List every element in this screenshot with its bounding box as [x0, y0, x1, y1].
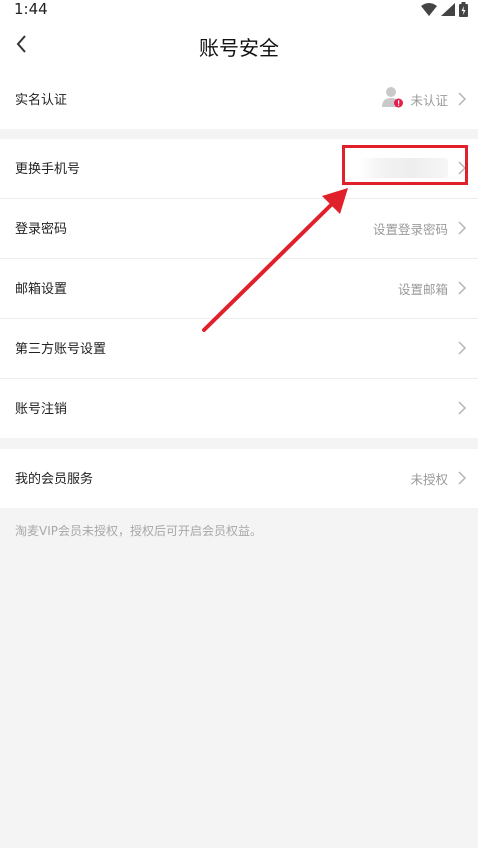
chevron-right-icon: [458, 221, 467, 235]
signal-icon: [441, 3, 455, 16]
navigation-bar: 账号安全: [0, 20, 478, 70]
membership-note: 淘麦VIP会员未授权，授权后可开启会员权益。: [15, 524, 262, 538]
email-label: 邮箱设置: [15, 282, 68, 297]
email-value: 设置邮箱: [397, 282, 448, 297]
page-title: 账号安全: [199, 36, 279, 60]
chevron-right-icon: [458, 401, 467, 415]
membership-label: 我的会员服务: [15, 472, 94, 487]
annotation-highlight-box: [342, 145, 468, 185]
group-membership: 我的会员服务 未授权: [0, 449, 478, 508]
change-phone-label: 更换手机号: [15, 162, 81, 177]
login-password-label: 登录密码: [15, 222, 68, 237]
chevron-right-icon: [458, 92, 467, 106]
login-password-value: 设置登录密码: [372, 222, 448, 237]
chevron-right-icon: [458, 281, 467, 295]
status-time: 1:44: [14, 0, 48, 18]
battery-icon: [459, 2, 468, 17]
chevron-right-icon: [458, 341, 467, 355]
account-cancel-label: 账号注销: [15, 402, 68, 417]
row-membership[interactable]: 我的会员服务 未授权: [0, 449, 478, 508]
user-unverified-icon: [382, 87, 403, 108]
row-account-cancel[interactable]: 账号注销: [0, 379, 478, 438]
third-party-label: 第三方账号设置: [15, 342, 107, 357]
wifi-icon: [421, 3, 437, 16]
group-verification: 实名认证 未认证: [0, 70, 478, 129]
row-real-name[interactable]: 实名认证 未认证: [0, 70, 478, 129]
row-email[interactable]: 邮箱设置 设置邮箱: [0, 259, 478, 319]
row-third-party[interactable]: 第三方账号设置: [0, 319, 478, 379]
membership-value: 未授权: [410, 472, 448, 487]
real-name-status: 未认证: [410, 93, 448, 108]
system-icons: [421, 2, 468, 17]
row-login-password[interactable]: 登录密码 设置登录密码: [0, 199, 478, 259]
chevron-right-icon: [458, 471, 467, 485]
real-name-label: 实名认证: [15, 93, 68, 108]
status-bar: 1:44: [0, 0, 478, 20]
